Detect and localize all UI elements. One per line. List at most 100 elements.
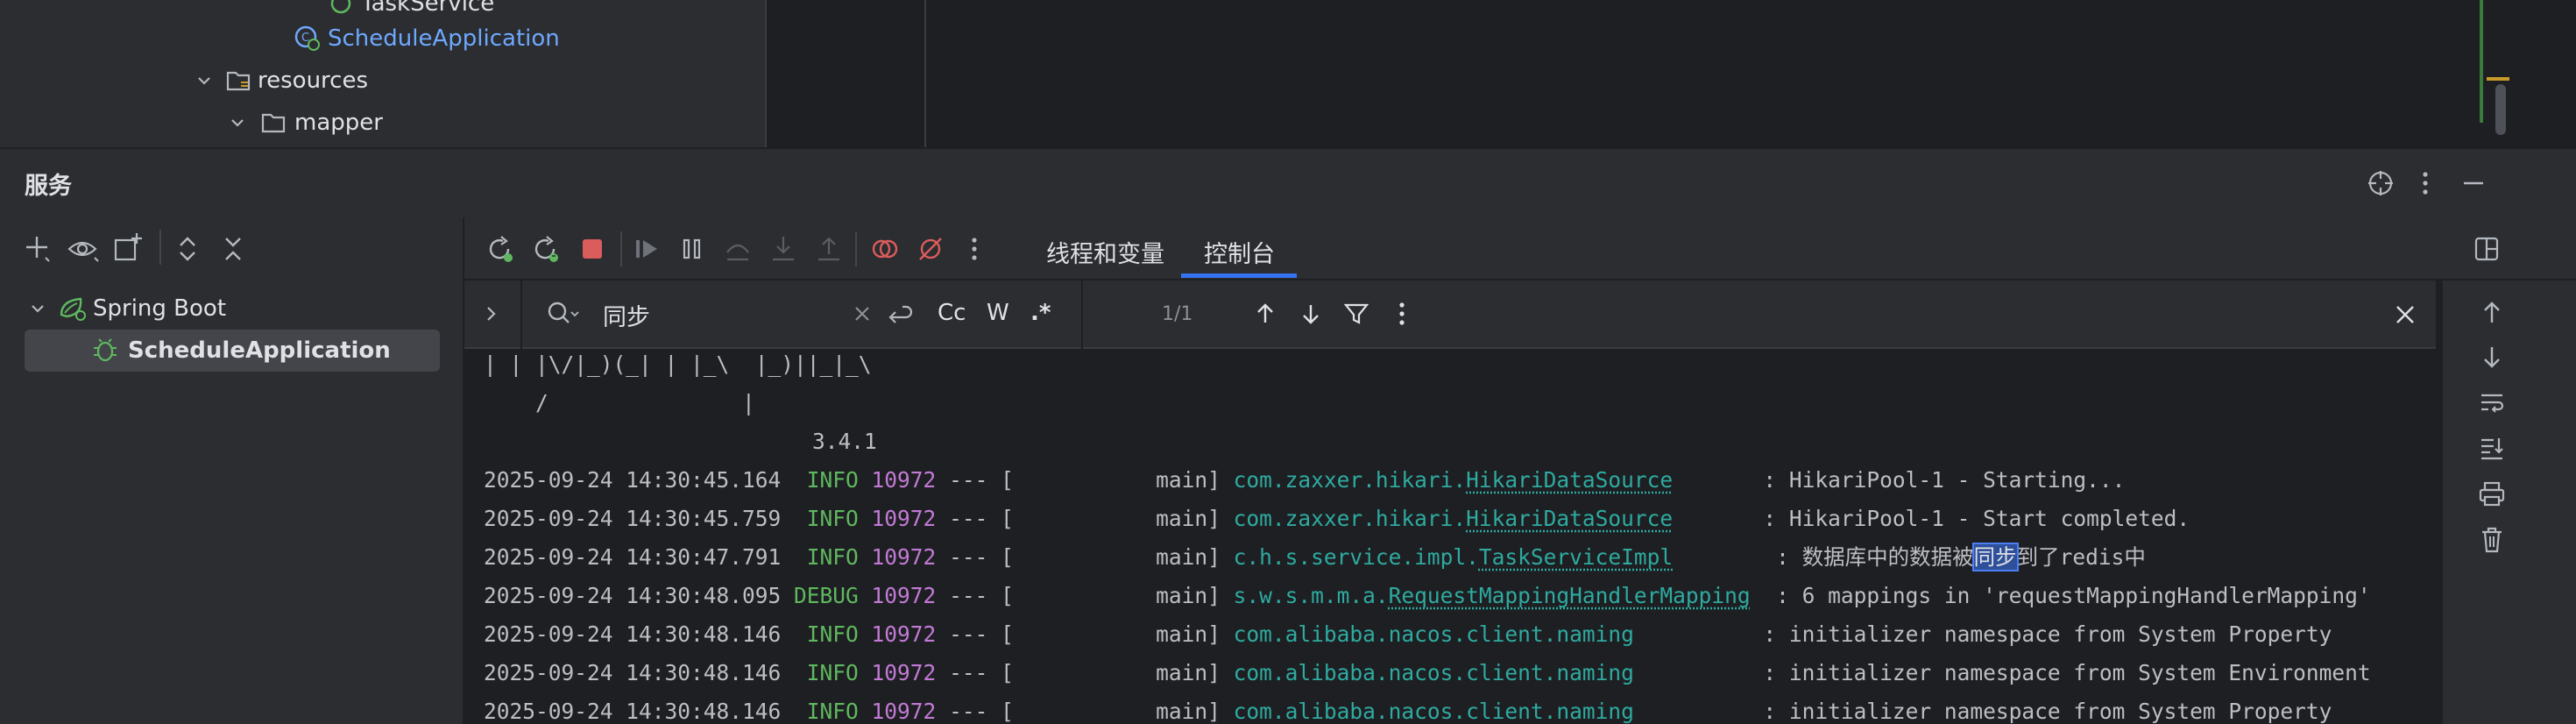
stop-icon[interactable]: [577, 233, 608, 265]
trash-icon[interactable]: [2476, 524, 2508, 556]
scroll-to-end-icon[interactable]: [2476, 433, 2508, 465]
more-options-icon[interactable]: [964, 233, 985, 265]
soft-wrap-icon[interactable]: [2476, 387, 2508, 419]
change-marker-stripe: [2480, 0, 2483, 123]
editor-scrollbar-thumb[interactable]: [2495, 84, 2506, 135]
log-logger: s.w.s.m.m.a.: [1233, 583, 1389, 608]
layout-icon[interactable]: [2471, 233, 2502, 265]
log-pid: 10972: [871, 660, 937, 685]
log-separator: --- [: [936, 467, 1014, 493]
debug-bug-icon: [94, 338, 117, 362]
log-separator: --- [: [936, 660, 1014, 685]
log-logger: com.zaxxer.hikari.: [1233, 467, 1467, 493]
log-level: INFO: [794, 544, 859, 570]
log-line: 2025-09-24 14:30:47.791 INFO 10972 --- […: [484, 538, 2146, 577]
new-group-icon[interactable]: [112, 231, 145, 265]
log-logger: com.zaxxer.hikari.: [1233, 506, 1467, 531]
log-pid: 10972: [871, 506, 937, 531]
console-search-bar: 同步 Cc W .* 1/1: [464, 280, 2436, 349]
log-timestamp: 2025-09-24 14:30:48.146: [484, 699, 795, 724]
step-over-icon[interactable]: [722, 233, 754, 265]
tree-item-schedule-application[interactable]: C ScheduleApplication: [294, 19, 560, 58]
log-padding: [1634, 621, 1764, 647]
log-thread: main]: [1013, 699, 1234, 724]
rerun-icon[interactable]: [484, 233, 515, 265]
log-logger-link[interactable]: TaskServiceImpl: [1479, 544, 1673, 570]
log-line: 2025-09-24 14:30:48.146 INFO 10972 --- […: [484, 615, 2332, 654]
log-padding: [1634, 660, 1764, 685]
log-line: 2025-09-24 14:30:45.759 INFO 10972 --- […: [484, 500, 2190, 538]
filter-icon[interactable]: [1341, 298, 1372, 330]
log-padding: [1634, 699, 1764, 724]
warning-marker[interactable]: [2487, 77, 2509, 81]
add-service-icon[interactable]: [23, 233, 54, 265]
newline-icon[interactable]: [883, 300, 915, 328]
more-options-icon[interactable]: [1391, 298, 1412, 330]
chevron-down-icon[interactable]: [28, 299, 47, 318]
expand-all-icon[interactable]: [172, 233, 203, 265]
chevron-right-icon[interactable]: [478, 300, 505, 328]
log-logger-link[interactable]: HikariDataSource: [1466, 506, 1673, 531]
match-case-toggle[interactable]: Cc: [938, 300, 966, 326]
log-padding: [1673, 506, 1763, 531]
tree-item-resources[interactable]: resources: [195, 61, 368, 100]
console-side-toolbar: [2441, 280, 2576, 724]
editor-gutter: [765, 0, 926, 147]
search-input[interactable]: 同步: [603, 298, 650, 332]
log-line: 2025-09-24 14:30:48.146 INFO 10972 --- […: [484, 692, 2332, 724]
scroll-down-icon[interactable]: [2476, 342, 2508, 373]
next-match-icon[interactable]: [1295, 298, 1327, 330]
regex-toggle[interactable]: .*: [1030, 300, 1051, 326]
mute-breakpoints-icon[interactable]: [915, 233, 946, 265]
log-timestamp: 2025-09-24 14:30:45.759: [484, 506, 795, 531]
tree-item-label: ScheduleApplication: [328, 25, 560, 52]
close-search-icon[interactable]: [2390, 300, 2420, 330]
log-separator: --- [: [936, 506, 1014, 531]
log-message: : HikariPool-1 - Start completed.: [1763, 506, 2190, 531]
log-separator: --- [: [936, 699, 1014, 724]
whole-words-toggle[interactable]: W: [987, 300, 1009, 326]
log-thread: main]: [1013, 621, 1234, 647]
restart-icon[interactable]: [529, 233, 561, 265]
minimize-icon[interactable]: [2459, 168, 2488, 198]
crosshair-icon[interactable]: [2366, 168, 2396, 198]
log-level: DEBUG: [794, 583, 859, 608]
step-into-icon[interactable]: [768, 233, 799, 265]
scroll-up-icon[interactable]: [2476, 296, 2508, 328]
console-output[interactable]: | | |\/|_)(_| | |_\ |_)||_|_\ / | 3.4.1 …: [464, 349, 2441, 724]
tab-console[interactable]: 控制台: [1204, 235, 1275, 269]
services-title: 服务: [25, 173, 72, 200]
editor-area[interactable]: [926, 0, 2477, 147]
collapse-all-icon[interactable]: [217, 233, 249, 265]
log-separator: --- [: [936, 544, 1014, 570]
log-separator: --- [: [936, 621, 1014, 647]
log-logger: com.alibaba.nacos.client.naming: [1233, 621, 1634, 647]
tree-item-spring-boot[interactable]: Spring Boot: [28, 289, 226, 328]
step-out-icon[interactable]: [813, 233, 845, 265]
tree-item-schedule-application-run[interactable]: ScheduleApplication: [91, 331, 391, 370]
eye-icon[interactable]: [67, 233, 102, 265]
previous-match-icon[interactable]: [1249, 298, 1281, 330]
resources-folder-icon: [226, 71, 251, 91]
chevron-down-icon[interactable]: [195, 71, 214, 90]
clear-search-icon[interactable]: [850, 302, 874, 326]
resume-icon[interactable]: [631, 233, 662, 265]
active-tab-indicator: [1181, 273, 1297, 278]
search-icon[interactable]: [545, 298, 580, 330]
spring-boot-icon: [60, 297, 86, 321]
chevron-down-icon[interactable]: [228, 113, 247, 132]
more-options-icon[interactable]: [2415, 168, 2436, 198]
log-logger: com.alibaba.nacos.client.naming: [1233, 699, 1634, 724]
tab-threads-variables[interactable]: 线程和变量: [1046, 235, 1164, 269]
tree-item-label: mapper: [294, 110, 383, 136]
tree-item-mapper[interactable]: mapper: [228, 103, 383, 142]
log-logger-link[interactable]: RequestMappingHandlerMapping: [1389, 583, 1751, 608]
view-breakpoints-icon[interactable]: [869, 233, 901, 265]
log-timestamp: 2025-09-24 14:30:47.791: [484, 544, 795, 570]
log-logger-link[interactable]: HikariDataSource: [1466, 467, 1673, 493]
pause-icon[interactable]: [676, 233, 708, 265]
search-highlight: 同步: [1971, 543, 2019, 571]
print-icon[interactable]: [2476, 479, 2508, 510]
tree-item-label: ScheduleApplication: [128, 337, 391, 364]
log-level: INFO: [794, 467, 859, 493]
